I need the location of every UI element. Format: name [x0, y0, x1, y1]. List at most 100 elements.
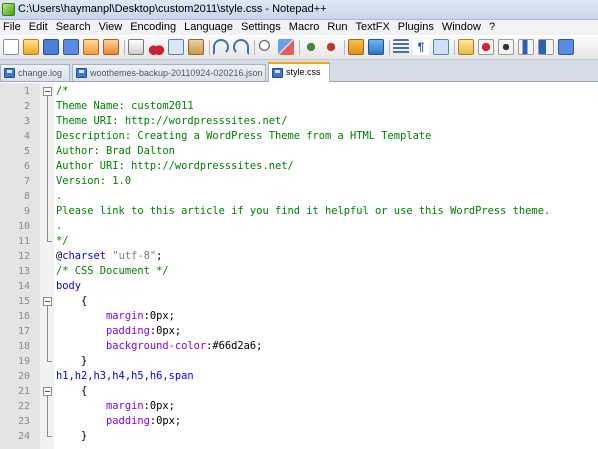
paste-icon[interactable]: [188, 39, 204, 55]
code-line[interactable]: 1 /*: [0, 84, 598, 99]
code-line[interactable]: 5 Author: Brad Dalton: [0, 144, 598, 159]
menu-search[interactable]: Search: [52, 20, 95, 35]
code-token: .: [56, 220, 63, 232]
code-text: padding:0px;: [56, 324, 181, 339]
code-token: body: [56, 280, 82, 292]
code-editor[interactable]: 1 /* 2 Theme Name: custom2011 3 Theme URI: ht…: [0, 83, 598, 449]
fold-line: [43, 189, 52, 204]
menu-macro[interactable]: Macro: [285, 20, 324, 35]
code-line[interactable]: 2 Theme Name: custom2011: [0, 99, 598, 114]
code-text: */: [56, 234, 69, 249]
code-line[interactable]: 6 Author URI: http://wordpresssites.net/: [0, 159, 598, 174]
menu-edit[interactable]: Edit: [25, 20, 52, 35]
copy-icon[interactable]: [168, 39, 184, 55]
cut-icon[interactable]: [148, 39, 164, 55]
code-line[interactable]: 13 /* CSS Document */: [0, 264, 598, 279]
code-token: padding: [106, 325, 150, 337]
fold-toggle-icon[interactable]: [43, 294, 52, 309]
zoom-out-icon[interactable]: [323, 39, 339, 55]
play-macro-icon[interactable]: [518, 39, 534, 55]
code-line[interactable]: 18 background-color:#66d2a6;: [0, 339, 598, 354]
print-icon[interactable]: [128, 39, 144, 55]
fold-line: [43, 159, 52, 174]
line-number: 12: [17, 251, 30, 262]
code-line[interactable]: 22 margin:0px;: [0, 399, 598, 414]
code-line[interactable]: 23 padding:0px;: [0, 414, 598, 429]
line-number: 15: [17, 296, 30, 307]
close-icon[interactable]: [83, 39, 99, 55]
show-all-chars-icon[interactable]: ¶: [413, 39, 429, 55]
fold-line: [43, 204, 52, 219]
code-line[interactable]: 20 h1,h2,h3,h4,h5,h6,span: [0, 369, 598, 384]
code-token: :#66d2a6;: [206, 340, 263, 352]
fold-end: [43, 429, 52, 444]
code-line[interactable]: 24 }: [0, 429, 598, 444]
code-line[interactable]: 19 }: [0, 354, 598, 369]
word-wrap-icon[interactable]: [393, 39, 409, 55]
toolbar-separator: [209, 40, 210, 55]
zoom-in-icon[interactable]: [303, 39, 319, 55]
fold-toggle-icon[interactable]: [43, 84, 52, 99]
save-macro-icon[interactable]: [558, 39, 574, 55]
tab-style-css[interactable]: style.css: [268, 62, 330, 82]
code-line[interactable]: 9 Please link to this article if you find…: [0, 204, 598, 219]
fold-toggle-icon[interactable]: [43, 384, 52, 399]
toolbar-separator: [344, 40, 345, 55]
menu-bar: File Edit Search View Encoding Language Settin…: [0, 20, 598, 35]
menu-run[interactable]: Run: [323, 20, 351, 35]
code-line[interactable]: 11 */: [0, 234, 598, 249]
code-line[interactable]: 4 Description: Creating a WordPress Theme…: [0, 129, 598, 144]
menu-textfx[interactable]: TextFX: [352, 20, 394, 35]
tab-label: woothemes-backup-20110924-020216.json: [90, 68, 263, 78]
code-line[interactable]: 17 padding:0px;: [0, 324, 598, 339]
undo-icon[interactable]: [213, 39, 229, 55]
tab-woothemes-backup-20110924-020216-json[interactable]: woothemes-backup-20110924-020216.json: [72, 64, 266, 81]
replace-icon[interactable]: [278, 39, 294, 55]
save-disk-icon: [4, 68, 15, 78]
code-line[interactable]: 21 {: [0, 384, 598, 399]
redo-icon[interactable]: [233, 39, 249, 55]
line-number: 3: [23, 116, 30, 127]
line-number: 11: [17, 236, 30, 247]
save-all-icon[interactable]: [63, 39, 79, 55]
tab-change-log[interactable]: change.log: [0, 64, 70, 81]
title-bar[interactable]: C:\Users\haymanpl\Desktop\custom2011\sty…: [0, 0, 598, 20]
line-number: 17: [17, 326, 30, 337]
open-file-icon[interactable]: [23, 39, 39, 55]
sync-vertical-icon[interactable]: [348, 39, 364, 55]
menu-language[interactable]: Language: [180, 20, 237, 35]
sync-horizontal-icon[interactable]: [368, 39, 384, 55]
notepadpp-app-icon[interactable]: [2, 3, 15, 16]
find-icon[interactable]: [258, 39, 274, 55]
fold-line: [43, 399, 52, 414]
menu-file[interactable]: File: [0, 20, 25, 35]
menu-window[interactable]: Window: [438, 20, 485, 35]
tab-label: change.log: [18, 68, 63, 78]
indent-guide-icon[interactable]: [433, 39, 449, 55]
code-token: :0px;: [149, 325, 182, 337]
code-token: /*: [56, 85, 69, 97]
stop-record-icon[interactable]: [498, 39, 514, 55]
code-line[interactable]: 7 Version: 1.0: [0, 174, 598, 189]
code-line[interactable]: 12 @charset "utf-8";: [0, 249, 598, 264]
line-number: 2: [23, 101, 30, 112]
menu-help[interactable]: ?: [485, 20, 499, 35]
code-token: charset: [62, 250, 107, 262]
menu-settings[interactable]: Settings: [237, 20, 285, 35]
code-line[interactable]: 10.: [0, 219, 598, 234]
menu-view[interactable]: View: [95, 20, 127, 35]
run-macro-multiple-icon[interactable]: [538, 39, 554, 55]
code-line[interactable]: 15 {: [0, 294, 598, 309]
code-line[interactable]: 3 Theme URI: http://wordpresssites.net/: [0, 114, 598, 129]
code-line[interactable]: 16 margin:0px;: [0, 309, 598, 324]
line-number: 13: [17, 266, 30, 277]
save-icon[interactable]: [43, 39, 59, 55]
close-all-icon[interactable]: [103, 39, 119, 55]
new-file-icon[interactable]: [3, 39, 19, 55]
code-line[interactable]: 8.: [0, 189, 598, 204]
code-line[interactable]: 14 body: [0, 279, 598, 294]
user-defined-lang-icon[interactable]: [458, 39, 474, 55]
menu-encoding[interactable]: Encoding: [126, 20, 180, 35]
record-macro-icon[interactable]: [478, 39, 494, 55]
menu-plugins[interactable]: Plugins: [394, 20, 438, 35]
